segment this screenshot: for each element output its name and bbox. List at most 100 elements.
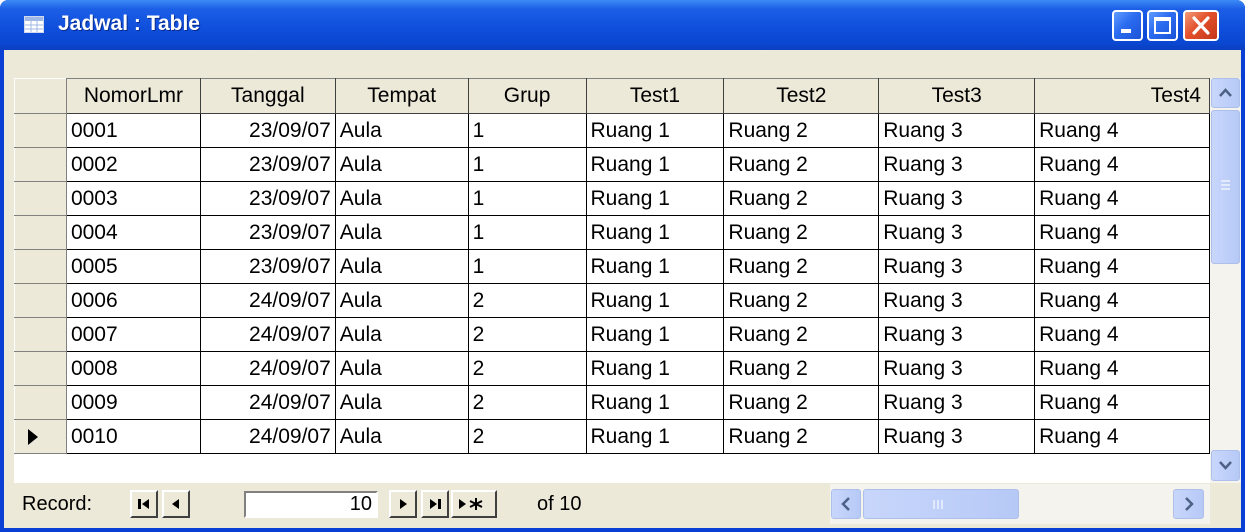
column-header-tanggal[interactable]: Tanggal: [199, 78, 336, 114]
record-selector[interactable]: [14, 181, 67, 216]
cell-tanggal[interactable]: 23/09/07: [199, 147, 336, 182]
cell-tempat[interactable]: Aula: [334, 215, 469, 250]
cell-tempat[interactable]: Aula: [334, 147, 469, 182]
next-record-button[interactable]: [389, 490, 417, 518]
record-number-input[interactable]: [244, 491, 378, 518]
cell-nomorlmr[interactable]: 0005: [65, 249, 201, 284]
column-header-test1[interactable]: Test1: [585, 78, 725, 114]
cell-test2[interactable]: Ruang 2: [723, 419, 880, 454]
record-selector[interactable]: [14, 317, 67, 352]
cell-test4[interactable]: Ruang 4: [1034, 283, 1210, 318]
cell-test3[interactable]: Ruang 3: [878, 385, 1036, 420]
column-header-tempat[interactable]: Tempat: [334, 78, 469, 114]
record-selector[interactable]: [14, 249, 67, 284]
cell-tanggal[interactable]: 24/09/07: [199, 419, 336, 454]
cell-test4[interactable]: Ruang 4: [1034, 147, 1210, 182]
table-row[interactable]: 0001 23/09/07 Aula 1 Ruang 1 Ruang 2 Ruang 3 Ru…: [14, 113, 1210, 148]
cell-test3[interactable]: Ruang 3: [878, 351, 1036, 386]
scroll-up-button[interactable]: [1211, 78, 1240, 108]
title-bar[interactable]: Jadwal : Table: [0, 0, 1245, 50]
column-header-grup[interactable]: Grup: [467, 78, 587, 114]
cell-test2[interactable]: Ruang 2: [723, 113, 880, 148]
cell-nomorlmr[interactable]: 0008: [65, 351, 201, 386]
cell-grup[interactable]: 1: [467, 249, 587, 284]
minimize-button[interactable]: [1112, 10, 1143, 41]
cell-tanggal[interactable]: 24/09/07: [199, 317, 336, 352]
cell-nomorlmr[interactable]: 0007: [65, 317, 201, 352]
scroll-down-button[interactable]: [1211, 450, 1240, 481]
cell-test2[interactable]: Ruang 2: [723, 385, 880, 420]
cell-test2[interactable]: Ruang 2: [723, 249, 880, 284]
cell-test1[interactable]: Ruang 1: [585, 215, 725, 250]
record-selector[interactable]: [14, 215, 67, 250]
cell-test4[interactable]: Ruang 4: [1034, 113, 1210, 148]
maximize-button[interactable]: [1147, 10, 1178, 41]
cell-grup[interactable]: 1: [467, 147, 587, 182]
record-selector[interactable]: [14, 385, 67, 420]
cell-tempat[interactable]: Aula: [334, 249, 469, 284]
cell-nomorlmr[interactable]: 0010: [65, 419, 201, 454]
cell-test4[interactable]: Ruang 4: [1034, 215, 1210, 250]
scroll-left-button[interactable]: [831, 489, 861, 519]
cell-test3[interactable]: Ruang 3: [878, 113, 1036, 148]
cell-tempat[interactable]: Aula: [334, 113, 469, 148]
cell-test2[interactable]: Ruang 2: [723, 317, 880, 352]
first-record-button[interactable]: [130, 490, 158, 518]
cell-test1[interactable]: Ruang 1: [585, 419, 725, 454]
record-selector[interactable]: [14, 351, 67, 386]
record-selector[interactable]: [14, 419, 67, 454]
cell-test2[interactable]: Ruang 2: [723, 181, 880, 216]
record-selector[interactable]: [14, 147, 67, 182]
cell-grup[interactable]: 1: [467, 215, 587, 250]
cell-test1[interactable]: Ruang 1: [585, 181, 725, 216]
cell-test2[interactable]: Ruang 2: [723, 351, 880, 386]
cell-tanggal[interactable]: 24/09/07: [199, 385, 336, 420]
vertical-scrollbar[interactable]: [1210, 78, 1241, 483]
cell-grup[interactable]: 2: [467, 283, 587, 318]
cell-tanggal[interactable]: 24/09/07: [199, 351, 336, 386]
scroll-right-button[interactable]: [1173, 489, 1204, 519]
cell-tempat[interactable]: Aula: [334, 385, 469, 420]
table-row[interactable]: 0004 23/09/07 Aula 1 Ruang 1 Ruang 2 Ruang 3 Ru…: [14, 215, 1210, 250]
cell-test2[interactable]: Ruang 2: [723, 215, 880, 250]
cell-grup[interactable]: 1: [467, 113, 587, 148]
cell-test1[interactable]: Ruang 1: [585, 317, 725, 352]
cell-tanggal[interactable]: 23/09/07: [199, 113, 336, 148]
close-button[interactable]: [1183, 10, 1219, 41]
cell-test1[interactable]: Ruang 1: [585, 283, 725, 318]
cell-test3[interactable]: Ruang 3: [878, 181, 1036, 216]
table-row[interactable]: 0005 23/09/07 Aula 1 Ruang 1 Ruang 2 Ruang 3 Ru…: [14, 249, 1210, 284]
cell-nomorlmr[interactable]: 0001: [65, 113, 201, 148]
cell-test3[interactable]: Ruang 3: [878, 419, 1036, 454]
record-selector[interactable]: [14, 113, 67, 148]
table-row[interactable]: 0007 24/09/07 Aula 2 Ruang 1 Ruang 2 Ruang 3 Ru…: [14, 317, 1210, 352]
cell-test4[interactable]: Ruang 4: [1034, 249, 1210, 284]
cell-tempat[interactable]: Aula: [334, 317, 469, 352]
cell-tanggal[interactable]: 23/09/07: [199, 181, 336, 216]
cell-nomorlmr[interactable]: 0009: [65, 385, 201, 420]
cell-nomorlmr[interactable]: 0006: [65, 283, 201, 318]
hscroll-thumb[interactable]: [863, 489, 1019, 519]
cell-test4[interactable]: Ruang 4: [1034, 419, 1210, 454]
new-record-button[interactable]: [451, 490, 497, 518]
cell-grup[interactable]: 1: [467, 181, 587, 216]
cell-test4[interactable]: Ruang 4: [1034, 385, 1210, 420]
table-row[interactable]: 0006 24/09/07 Aula 2 Ruang 1 Ruang 2 Ruang 3 Ru…: [14, 283, 1210, 318]
table-row[interactable]: 0002 23/09/07 Aula 1 Ruang 1 Ruang 2 Ruang 3 Ru…: [14, 147, 1210, 182]
cell-nomorlmr[interactable]: 0003: [65, 181, 201, 216]
cell-test1[interactable]: Ruang 1: [585, 113, 725, 148]
prev-record-button[interactable]: [162, 490, 190, 518]
table-row[interactable]: 0009 24/09/07 Aula 2 Ruang 1 Ruang 2 Ruang 3 Ru…: [14, 385, 1210, 420]
cell-grup[interactable]: 2: [467, 317, 587, 352]
cell-test4[interactable]: Ruang 4: [1034, 317, 1210, 352]
cell-tempat[interactable]: Aula: [334, 283, 469, 318]
cell-tanggal[interactable]: 23/09/07: [199, 215, 336, 250]
cell-test1[interactable]: Ruang 1: [585, 351, 725, 386]
select-all-corner[interactable]: [14, 78, 67, 114]
record-selector[interactable]: [14, 283, 67, 318]
table-row[interactable]: 0003 23/09/07 Aula 1 Ruang 1 Ruang 2 Ruang 3 Ru…: [14, 181, 1210, 216]
column-header-test2[interactable]: Test2: [723, 78, 880, 114]
cell-test2[interactable]: Ruang 2: [723, 147, 880, 182]
cell-test3[interactable]: Ruang 3: [878, 317, 1036, 352]
cell-test1[interactable]: Ruang 1: [585, 147, 725, 182]
